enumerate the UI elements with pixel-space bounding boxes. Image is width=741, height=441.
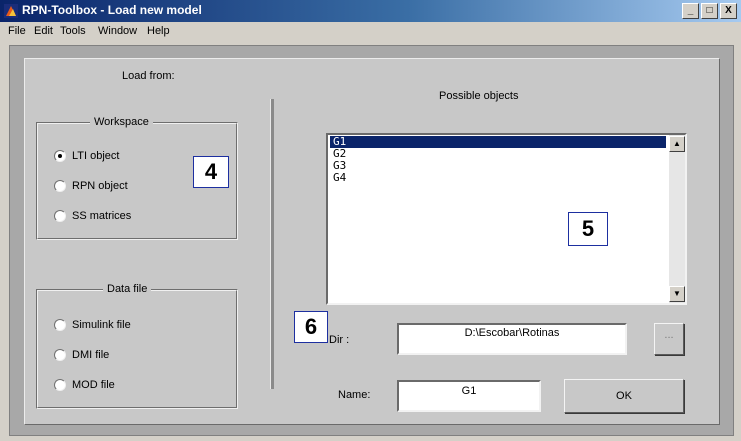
scroll-down-icon[interactable]: ▼ xyxy=(669,286,685,302)
menu-file[interactable]: File xyxy=(8,25,26,37)
dir-value: D:\Escobar\Rotinas xyxy=(464,327,560,339)
radio-label: SS matrices xyxy=(72,210,132,222)
radio-label: MOD file xyxy=(72,379,115,391)
objects-listbox[interactable]: G1 G2 G3 G4 ▲ ▼ xyxy=(326,133,687,305)
list-item[interactable]: G4 xyxy=(330,172,346,184)
listbox-scrollbar[interactable]: ▲ ▼ xyxy=(669,135,685,303)
list-item[interactable]: G1 xyxy=(330,136,666,148)
name-value: G1 xyxy=(461,385,477,397)
window-title: RPN-Toolbox - Load new model xyxy=(22,3,202,17)
load-from-label: Load from: xyxy=(122,70,175,82)
radio-label: LTI object xyxy=(72,150,120,162)
radio-simulink-file[interactable]: Simulink file xyxy=(54,319,131,331)
radio-mod-file[interactable]: MOD file xyxy=(54,379,115,391)
radio-button[interactable] xyxy=(54,379,66,391)
datafile-group-title: Data file xyxy=(103,283,152,295)
title-bar: RPN-Toolbox - Load new model _ □ X xyxy=(0,0,741,22)
menu-tools[interactable]: Tools xyxy=(60,25,86,37)
maximize-button[interactable]: □ xyxy=(701,3,718,19)
radio-label: DMI file xyxy=(72,349,110,361)
menu-window[interactable]: Window xyxy=(98,25,137,37)
radio-ss-matrices[interactable]: SS matrices xyxy=(54,210,131,222)
main-panel: Load from: Workspace LTI object RPN obje… xyxy=(24,58,720,425)
annotation-5: 5 xyxy=(568,212,608,246)
radio-button[interactable] xyxy=(54,319,66,331)
menu-help[interactable]: Help xyxy=(147,25,170,37)
radio-label: Simulink file xyxy=(72,319,131,331)
radio-label: RPN object xyxy=(72,180,128,192)
vertical-divider xyxy=(270,99,274,389)
close-button[interactable]: X xyxy=(720,3,737,19)
annotation-4: 4 xyxy=(193,156,229,188)
menu-bar: File Edit Tools Window Help xyxy=(0,22,741,41)
radio-dmi-file[interactable]: DMI file xyxy=(54,349,109,361)
annotation-6: 6 xyxy=(294,311,328,343)
browse-button[interactable]: ... xyxy=(654,323,684,355)
radio-button[interactable] xyxy=(54,349,66,361)
radio-button[interactable] xyxy=(54,180,66,192)
client-area: Load from: Workspace LTI object RPN obje… xyxy=(9,45,734,436)
radio-rpn-object[interactable]: RPN object xyxy=(54,180,128,192)
radio-button[interactable] xyxy=(54,150,66,162)
possible-objects-label: Possible objects xyxy=(439,90,519,102)
dir-label: Dir : xyxy=(329,334,350,346)
app-icon xyxy=(4,4,18,18)
workspace-group-title: Workspace xyxy=(90,116,153,128)
radio-lti-object[interactable]: LTI object xyxy=(54,150,120,162)
minimize-button[interactable]: _ xyxy=(682,3,699,19)
scroll-up-icon[interactable]: ▲ xyxy=(669,136,685,152)
ok-button[interactable]: OK xyxy=(564,379,684,413)
radio-button[interactable] xyxy=(54,210,66,222)
menu-edit[interactable]: Edit xyxy=(34,25,53,37)
name-label: Name: xyxy=(338,389,371,401)
name-field[interactable]: G1 xyxy=(397,380,541,412)
dir-field[interactable]: D:\Escobar\Rotinas xyxy=(397,323,627,355)
